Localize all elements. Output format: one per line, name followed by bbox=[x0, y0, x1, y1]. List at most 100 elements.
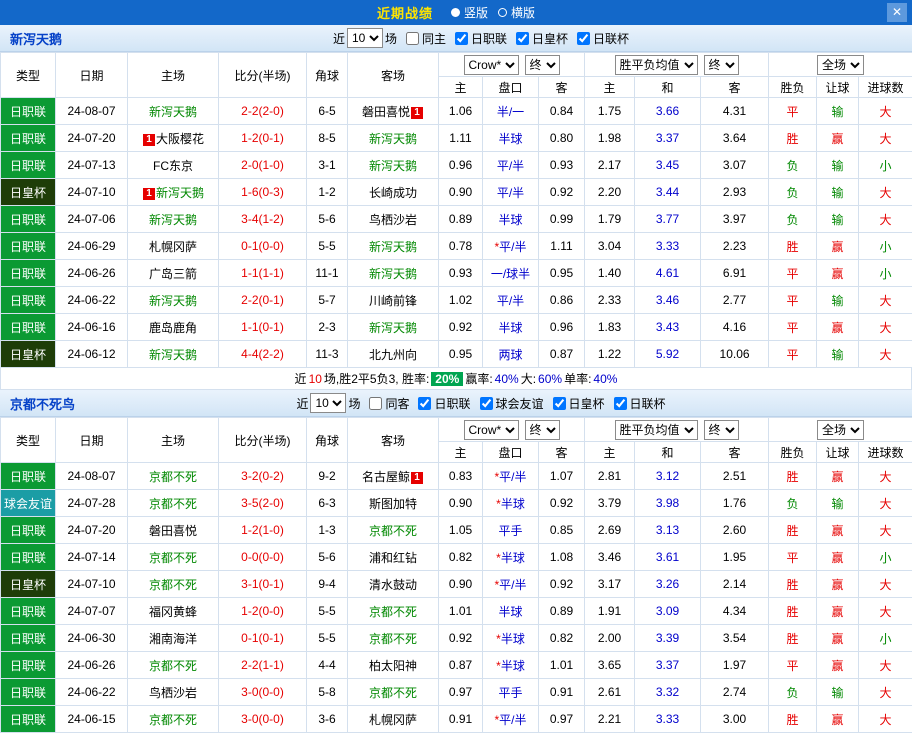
match-score: 2-2(1-1) bbox=[218, 651, 307, 679]
handicap-text: 两球 bbox=[498, 347, 523, 362]
match-row: 日职联 24-08-07 新泻天鹅 2-2(2-0) 6-5 磐田喜悦 1 1.06 半/一 0.… bbox=[0, 97, 912, 125]
section-header: 新泻天鹅 近 10 场 同主 日职联 日皇杯 日联杯 bbox=[0, 25, 912, 52]
odds-home: 1.06 bbox=[438, 97, 483, 125]
match-home-team: 1 大阪樱花 bbox=[127, 124, 219, 152]
match-away-team: 京都不死 bbox=[347, 597, 439, 625]
match-score: 3-0(0-0) bbox=[218, 705, 307, 733]
odds-away: 0.91 bbox=[537, 678, 586, 706]
league-type: 日职联 bbox=[0, 232, 56, 260]
match-score: 3-2(0-2) bbox=[218, 462, 307, 490]
home-team-name: 新泻天鹅 bbox=[148, 347, 197, 362]
odds-home: 0.83 bbox=[438, 462, 483, 490]
home-team-name: 京都不死 bbox=[148, 496, 197, 511]
handicap-text: 半球 bbox=[500, 658, 525, 673]
avg-home: 3.04 bbox=[584, 232, 636, 260]
matches-table-wrap: 类型 日期 主场 比分(半场) 角球 客场 Crow* 终胜平负均值终全场主盘口客主和客胜负让… bbox=[0, 417, 912, 733]
home-team-name: 广岛三箭 bbox=[148, 266, 197, 281]
away-team-name: 新泻天鹅 bbox=[368, 131, 417, 146]
match-row: 日职联 24-07-07 福冈黄蜂 1-2(0-0) 5-5 京都不死 1.01 半球 0.89… bbox=[0, 597, 912, 625]
league-filter-checkbox[interactable] bbox=[418, 396, 432, 410]
column-header: 客场 bbox=[347, 52, 439, 98]
league-filter-checkbox[interactable] bbox=[552, 396, 566, 410]
same-venue-checkbox[interactable] bbox=[369, 396, 383, 410]
handicap-text: 平/半 bbox=[499, 712, 527, 727]
corner-score: 6-5 bbox=[306, 97, 348, 125]
odds-away: 0.92 bbox=[537, 489, 586, 517]
handicap-line: 一/球半 bbox=[482, 259, 539, 287]
odds-home: 0.96 bbox=[438, 151, 483, 179]
summary-segment: 40% bbox=[494, 371, 519, 386]
away-team-name: 新泻天鹅 bbox=[368, 266, 417, 281]
handicap-line: 半/一 bbox=[482, 97, 539, 125]
league-filter-checkbox[interactable] bbox=[613, 396, 627, 410]
league-filter-checkbox[interactable] bbox=[455, 31, 468, 45]
handicap-line: 平/半 bbox=[482, 151, 539, 179]
match-score: 3-0(0-0) bbox=[218, 678, 307, 706]
odds-source-select[interactable]: Crow* bbox=[463, 419, 519, 440]
match-home-team: 京都不死 bbox=[127, 462, 219, 490]
league-filter-checkbox[interactable] bbox=[577, 31, 591, 45]
match-date: 24-07-13 bbox=[55, 151, 128, 179]
home-team-name: 京都不死 bbox=[148, 658, 197, 673]
league-type: 日职联 bbox=[0, 516, 56, 544]
league-filter-checkbox[interactable] bbox=[479, 396, 493, 410]
view-radio-2[interactable] bbox=[498, 8, 507, 17]
odds-stage-select[interactable]: 终 bbox=[524, 419, 560, 440]
odds-home: 0.82 bbox=[438, 543, 483, 571]
away-team-name: 京都不死 bbox=[368, 685, 417, 700]
match-home-team: FC东京 bbox=[127, 151, 219, 179]
view-radio-label-2[interactable]: 横版 bbox=[511, 4, 535, 21]
page-title: 近期战绩 bbox=[376, 6, 433, 21]
column-header: 角球 bbox=[306, 417, 348, 463]
column-header: 主场 bbox=[127, 52, 219, 98]
odds-group-header: Crow* 终 bbox=[437, 52, 586, 77]
close-icon[interactable]: ✕ bbox=[887, 3, 907, 22]
away-team-name: 新泻天鹅 bbox=[368, 158, 417, 173]
same-venue-checkbox[interactable] bbox=[405, 31, 419, 45]
scope-select[interactable]: 全场 bbox=[817, 54, 865, 75]
handicap-text: 半球 bbox=[500, 631, 525, 646]
odds-home: 0.90 bbox=[438, 570, 483, 598]
match-date: 24-06-26 bbox=[55, 651, 128, 679]
odds-home: 0.92 bbox=[438, 313, 483, 341]
match-row: 日职联 24-08-07 京都不死 3-2(0-2) 9-2 名古屋鲸 1 0.83 *平/半 1… bbox=[0, 462, 912, 490]
avg-draw: 3.33 bbox=[634, 705, 702, 733]
column-header: 盘口 bbox=[482, 76, 539, 98]
recent-label: 近 bbox=[332, 31, 345, 46]
odds-away: 0.85 bbox=[537, 516, 586, 544]
scope-select[interactable]: 全场 bbox=[817, 419, 865, 440]
avg-draw: 4.61 bbox=[634, 259, 702, 287]
result-handicap: 赢 bbox=[816, 232, 860, 260]
column-header: 让球 bbox=[816, 76, 860, 98]
result-goals: 大 bbox=[858, 570, 912, 598]
scope-group-header: 全场 bbox=[768, 417, 912, 442]
view-radio-1[interactable] bbox=[450, 8, 460, 17]
column-header: 类型 bbox=[0, 417, 56, 463]
handicap-line: *平/半 bbox=[482, 462, 539, 490]
odds-home: 1.11 bbox=[438, 124, 483, 152]
match-date: 24-06-30 bbox=[55, 624, 128, 652]
recent-count-select[interactable]: 10 bbox=[346, 28, 383, 48]
league-filter-checkbox[interactable] bbox=[516, 31, 530, 45]
avg-draw: 3.77 bbox=[634, 205, 702, 233]
avg-source-select[interactable]: 胜平负均值 bbox=[614, 419, 698, 440]
avg-stage-select[interactable]: 终 bbox=[703, 54, 739, 75]
avg-draw: 3.33 bbox=[634, 232, 702, 260]
odds-source-select[interactable]: Crow* bbox=[463, 54, 519, 75]
match-home-team: 福冈黄蜂 bbox=[127, 597, 219, 625]
match-away-team: 斯图加特 bbox=[347, 489, 439, 517]
home-team-name: 福冈黄蜂 bbox=[148, 604, 197, 619]
match-row: 日职联 24-07-20 磐田喜悦 1-2(1-0) 1-3 京都不死 1.05 平手 0.85… bbox=[0, 516, 912, 544]
recent-count-select[interactable]: 10 bbox=[310, 393, 347, 413]
away-team-name: 浦和红钻 bbox=[368, 550, 417, 565]
avg-stage-select[interactable]: 终 bbox=[703, 419, 739, 440]
league-filter-label: 日联杯 bbox=[593, 31, 630, 46]
avg-source-select[interactable]: 胜平负均值 bbox=[614, 54, 698, 75]
odds-away: 0.82 bbox=[537, 624, 586, 652]
avg-draw: 3.37 bbox=[634, 124, 702, 152]
column-header: 日期 bbox=[55, 417, 128, 463]
view-radio-label-1[interactable]: 竖版 bbox=[464, 4, 488, 21]
match-row: 日职联 24-06-30 湘南海洋 0-1(0-1) 5-5 京都不死 0.92 *半球 0.8… bbox=[0, 624, 912, 652]
avg-draw: 3.12 bbox=[634, 462, 702, 490]
odds-stage-select[interactable]: 终 bbox=[524, 54, 560, 75]
